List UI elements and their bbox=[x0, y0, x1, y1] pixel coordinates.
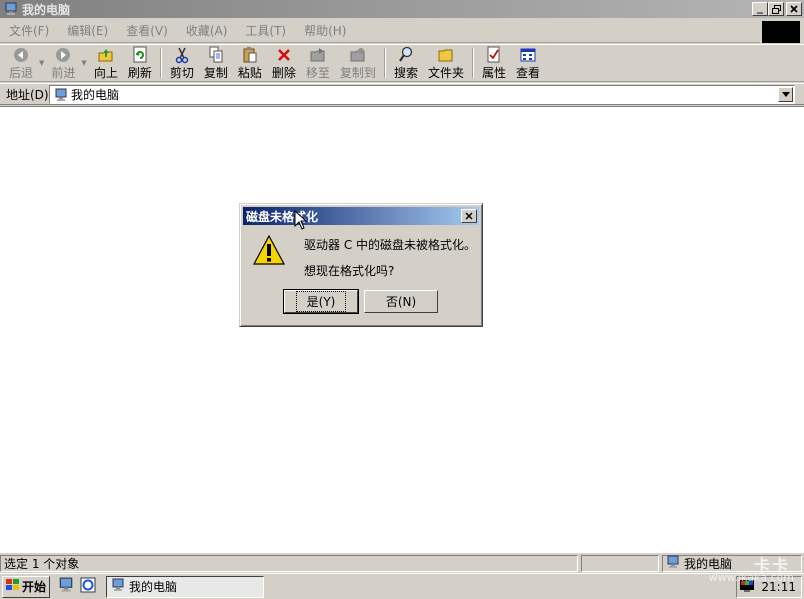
toolbar: 后退 ▼ 前进 ▼ 向上 刷新 剪切 复制 粘贴 删除 移至 复制到 搜索 文件… bbox=[0, 44, 804, 82]
restore-button[interactable] bbox=[768, 2, 784, 16]
address-value: 我的电脑 bbox=[71, 88, 120, 102]
back-arrow-icon bbox=[13, 46, 29, 64]
dialog-message-line2: 想现在格式化吗? bbox=[304, 264, 395, 278]
quick-launch bbox=[58, 577, 96, 596]
dialog-title-bar[interactable]: 磁盘未格式化 bbox=[243, 207, 479, 225]
my-computer-icon bbox=[3, 1, 19, 17]
up-button[interactable]: 向上 bbox=[89, 45, 123, 81]
refresh-button[interactable]: 刷新 bbox=[123, 45, 157, 81]
back-button[interactable]: 后退 bbox=[4, 45, 38, 81]
dialog-title: 磁盘未格式化 bbox=[246, 209, 319, 224]
close-button[interactable] bbox=[786, 2, 802, 16]
refresh-icon bbox=[132, 46, 148, 64]
taskbar: 开始 我的电脑 21:11 bbox=[0, 573, 804, 599]
address-input[interactable]: 我的电脑 bbox=[49, 85, 795, 104]
toolbar-separator bbox=[159, 48, 162, 78]
content-area[interactable] bbox=[0, 106, 804, 553]
menu-edit[interactable]: 编辑(E) bbox=[58, 22, 117, 39]
yes-button[interactable]: 是(Y) bbox=[283, 289, 359, 314]
my-computer-icon bbox=[111, 578, 125, 595]
forward-button[interactable]: 前进 bbox=[46, 45, 80, 81]
my-computer-icon bbox=[54, 88, 68, 102]
title-bar[interactable]: 我的电脑 _ bbox=[0, 0, 804, 18]
dialog-message-line1: 驱动器 C 中的磁盘未被格式化。 bbox=[304, 238, 477, 252]
properties-button[interactable]: 属性 bbox=[477, 45, 511, 81]
menu-view[interactable]: 查看(V) bbox=[117, 22, 177, 39]
status-selection-text: 选定 1 个对象 bbox=[0, 554, 578, 572]
toolbar-separator bbox=[383, 48, 386, 78]
clipboard-icon bbox=[242, 46, 258, 64]
folders-button[interactable]: 文件夹 bbox=[423, 45, 469, 81]
internet-explorer-icon[interactable] bbox=[80, 577, 96, 596]
forward-arrow-icon bbox=[55, 46, 71, 64]
address-dropdown-button[interactable] bbox=[778, 87, 793, 102]
windows-flag-icon bbox=[5, 579, 20, 594]
no-button[interactable]: 否(N) bbox=[364, 290, 438, 313]
copy-button[interactable]: 复制 bbox=[199, 45, 233, 81]
back-dropdown-icon[interactable]: ▼ bbox=[39, 59, 44, 67]
status-bar: 选定 1 个对象 我的电脑 bbox=[0, 553, 804, 573]
address-label: 地址(D) bbox=[6, 87, 49, 102]
view-button[interactable]: 查看 bbox=[511, 45, 545, 81]
copy-to-icon bbox=[349, 46, 367, 64]
scissors-icon bbox=[174, 46, 190, 64]
watermark-url: www.ikaka.com bbox=[708, 571, 794, 584]
search-button[interactable]: 搜索 bbox=[389, 45, 423, 81]
properties-icon bbox=[486, 46, 502, 64]
toolbar-separator bbox=[471, 48, 474, 78]
forward-dropdown-icon[interactable]: ▼ bbox=[81, 59, 86, 67]
folder-up-icon bbox=[97, 46, 115, 64]
copy-icon bbox=[208, 46, 224, 64]
view-grid-icon bbox=[520, 46, 536, 64]
move-to-button[interactable]: 移至 bbox=[301, 45, 335, 81]
folder-icon bbox=[437, 46, 455, 64]
menu-help[interactable]: 帮助(H) bbox=[295, 22, 355, 39]
cut-button[interactable]: 剪切 bbox=[165, 45, 199, 81]
format-disk-dialog: 磁盘未格式化 驱动器 C 中的磁盘未被格式化。 想现在格式化吗? 是(Y) 否(… bbox=[239, 203, 483, 327]
menu-favorites[interactable]: 收藏(A) bbox=[177, 22, 237, 39]
my-computer-icon bbox=[666, 555, 680, 572]
copy-to-button[interactable]: 复制到 bbox=[335, 45, 381, 81]
start-button[interactable]: 开始 bbox=[2, 575, 50, 598]
delete-button[interactable]: 删除 bbox=[267, 45, 301, 81]
move-to-icon bbox=[309, 46, 327, 64]
status-empty-pane bbox=[581, 554, 659, 572]
windows-logo-box bbox=[762, 21, 800, 43]
mouse-cursor-icon bbox=[294, 209, 308, 233]
window-title: 我的电脑 bbox=[22, 2, 71, 17]
search-icon bbox=[398, 46, 414, 64]
minimize-button[interactable]: _ bbox=[752, 2, 768, 16]
address-bar: 地址(D) 我的电脑 bbox=[0, 83, 804, 105]
status-location-text: 我的电脑 bbox=[684, 556, 733, 571]
menu-file[interactable]: 文件(F) bbox=[0, 22, 58, 39]
delete-x-icon bbox=[276, 46, 292, 64]
taskbar-item-my-computer[interactable]: 我的电脑 bbox=[106, 575, 264, 598]
paste-button[interactable]: 粘贴 bbox=[233, 45, 267, 81]
warning-icon bbox=[252, 234, 286, 268]
menu-tools[interactable]: 工具(T) bbox=[236, 22, 295, 39]
dialog-close-button[interactable] bbox=[461, 209, 477, 223]
menu-bar: 文件(F) 编辑(E) 查看(V) 收藏(A) 工具(T) 帮助(H) bbox=[0, 19, 760, 43]
my-computer-quicklaunch-icon[interactable] bbox=[58, 577, 74, 596]
